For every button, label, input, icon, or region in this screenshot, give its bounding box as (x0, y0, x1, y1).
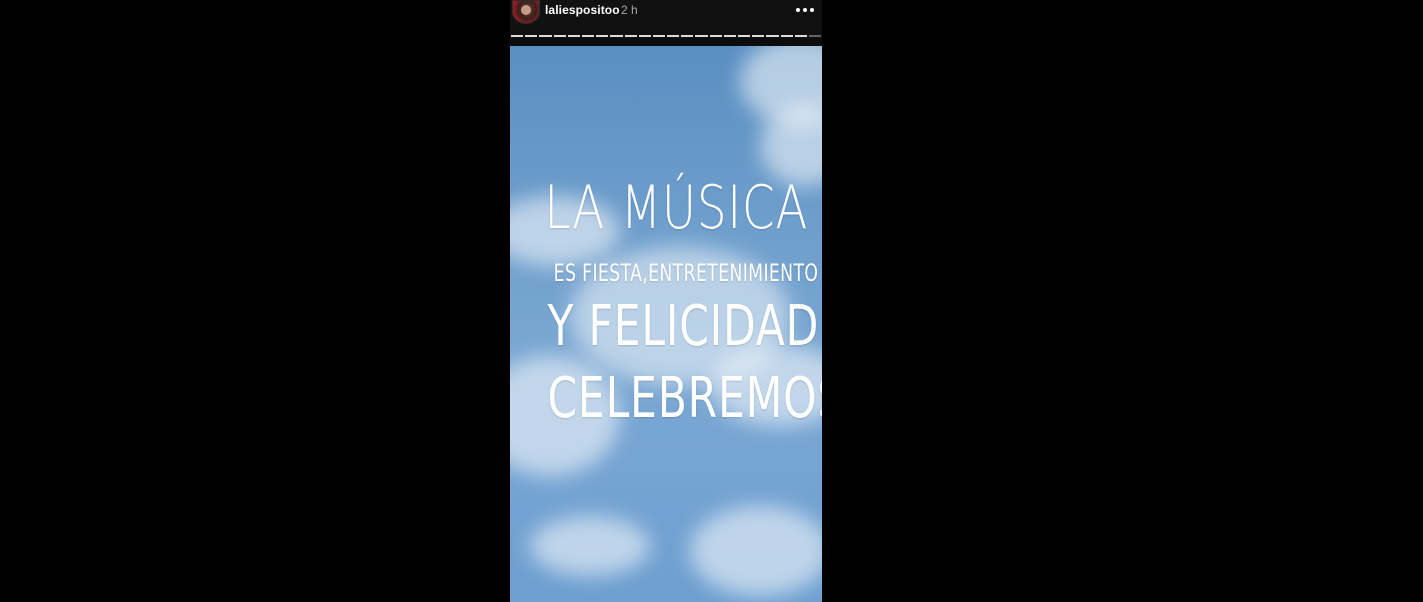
progress-segment (525, 35, 538, 37)
progress-segment (709, 35, 722, 37)
username[interactable]: laliespositoo (545, 3, 620, 17)
story-progress-bar (511, 35, 822, 39)
progress-segment (567, 35, 580, 37)
progress-segment (808, 35, 822, 37)
progress-segment (766, 35, 779, 37)
progress-segment (624, 35, 637, 37)
story-viewer: laliespositoo 2 h LA MÚSICA ES FIESTA,EN… (510, 0, 822, 602)
progress-segment (652, 35, 666, 37)
progress-segment (667, 35, 680, 37)
progress-segment (738, 35, 751, 37)
timestamp: 2 h (621, 3, 638, 17)
text-line-subtitle: ES FIESTA,ENTRETENIMIENTO (553, 259, 819, 287)
text-line-celebremos: CELEBREMOS! (547, 366, 822, 431)
progress-segment (581, 35, 595, 37)
story-header: laliespositoo 2 h (510, 0, 822, 38)
story-media[interactable]: LA MÚSICA ES FIESTA,ENTRETENIMIENTO Y FE… (510, 46, 822, 602)
progress-segment (681, 35, 694, 37)
progress-segment (752, 35, 765, 37)
progress-segment (596, 35, 609, 37)
more-options-button[interactable] (792, 2, 818, 18)
progress-segment (610, 35, 623, 37)
progress-segment (511, 35, 524, 37)
more-horizontal-icon (796, 8, 814, 12)
text-line-title: LA MÚSICA (544, 173, 809, 243)
story-text: LA MÚSICA ES FIESTA,ENTRETENIMIENTO Y FE… (510, 46, 822, 602)
avatar-face (521, 5, 531, 15)
progress-segment (695, 35, 708, 37)
progress-segment (539, 35, 552, 37)
text-line-felicidad: Y FELICIDAD. (547, 294, 822, 359)
avatar[interactable] (512, 0, 540, 24)
progress-segment (794, 35, 807, 37)
progress-segment (780, 35, 793, 37)
progress-segment (638, 35, 651, 37)
page-background: laliespositoo 2 h LA MÚSICA ES FIESTA,EN… (0, 0, 1423, 602)
progress-segment (723, 35, 736, 37)
progress-segment (553, 35, 566, 37)
